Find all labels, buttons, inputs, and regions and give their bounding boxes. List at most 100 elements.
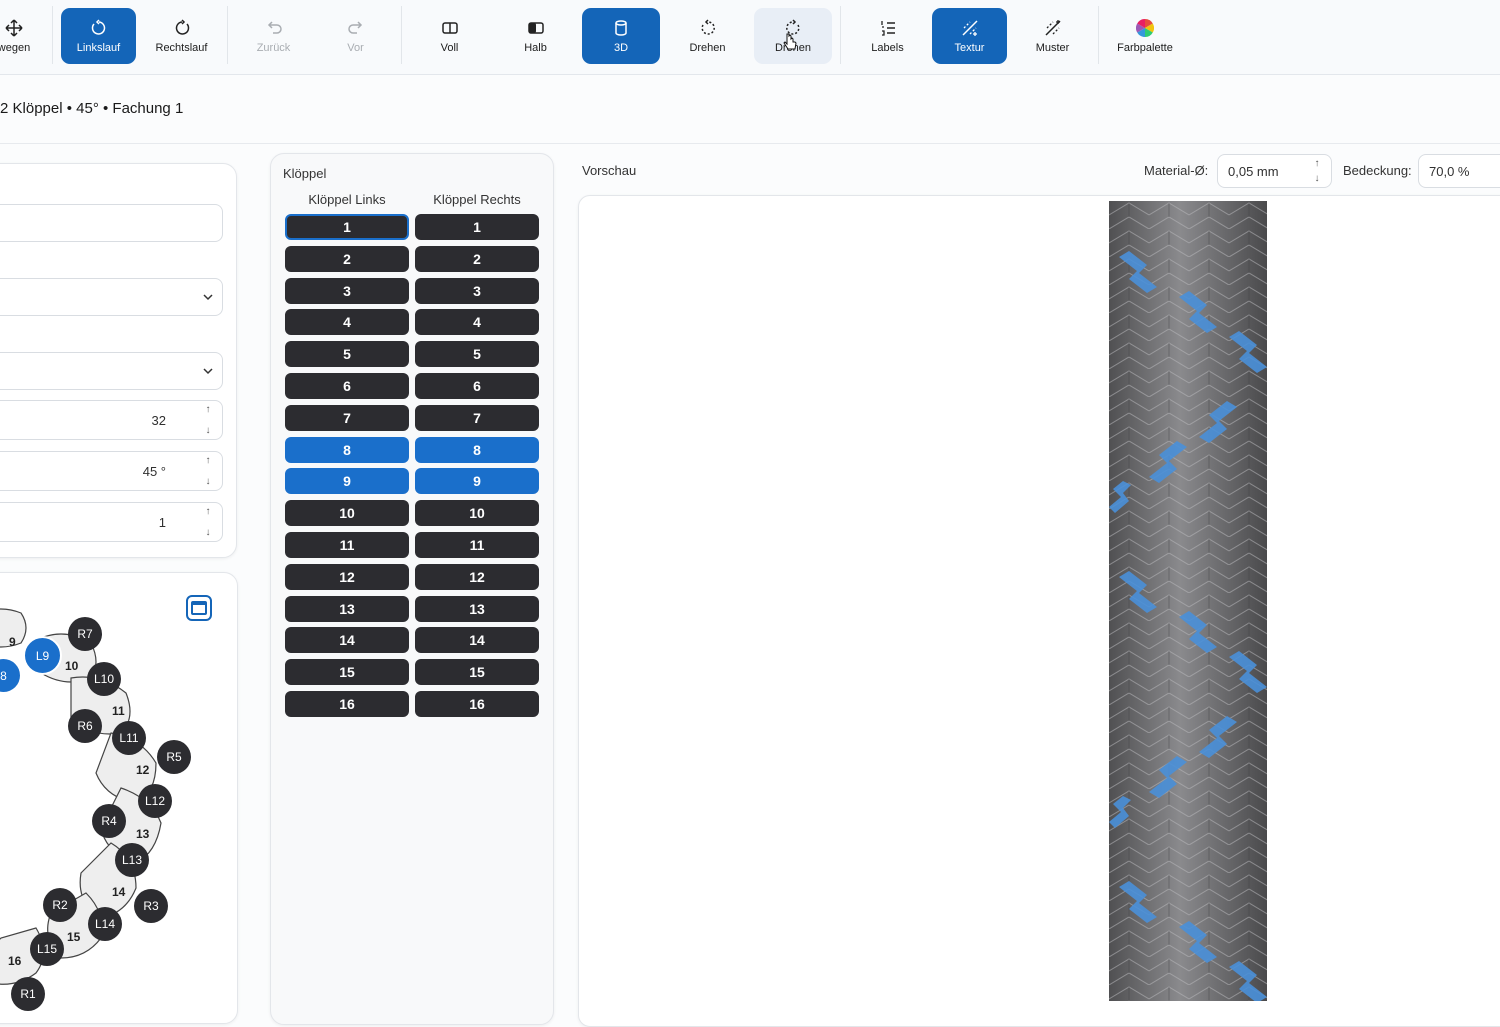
kloeppel-left-button[interactable]: 12 <box>285 563 409 590</box>
kloeppel-left-button[interactable]: 4 <box>285 309 409 336</box>
kloeppel-left-button[interactable]: 7 <box>285 404 409 431</box>
braid-3d-preview <box>1109 201 1267 1001</box>
arrow-up-icon[interactable]: ↑ <box>206 404 211 415</box>
textur-button[interactable]: Textur <box>932 8 1007 64</box>
kloeppel-right-button[interactable]: 12 <box>415 563 539 590</box>
voll-label: Voll <box>440 41 459 54</box>
redo-button[interactable]: Vor <box>318 8 393 64</box>
arrow-down-icon[interactable]: ↓ <box>1315 173 1320 184</box>
kloeppel-right-button[interactable]: 5 <box>415 341 539 368</box>
bobbin-node[interactable]: L13 <box>115 843 149 877</box>
bobbin-node[interactable]: R7 <box>68 617 102 651</box>
drehen-ccw-button[interactable]: Drehen <box>670 8 745 64</box>
kloeppel-right-button[interactable]: 8 <box>415 436 539 463</box>
kloeppel-right-button[interactable]: 6 <box>415 373 539 399</box>
toolbar-divider <box>52 6 53 64</box>
farbpalette-label: Farbpalette <box>1117 41 1173 54</box>
bobbin-node[interactable]: R4 <box>92 804 126 838</box>
count-stepper[interactable]: ↑ ↓ <box>202 404 214 436</box>
bobbin-node[interactable]: L11 <box>112 721 146 755</box>
toolbar-divider <box>227 6 228 64</box>
kloeppel-right-button[interactable]: 2 <box>415 245 539 272</box>
labels-label: Labels <box>871 41 904 54</box>
linkslauf-label: Linkslauf <box>76 41 121 54</box>
angle-input[interactable]: 45 ° ↑ ↓ <box>0 451 223 491</box>
kloeppel-right-button[interactable]: 15 <box>415 659 539 686</box>
kloeppel-right-button[interactable]: 10 <box>415 500 539 527</box>
voll-button[interactable]: Voll <box>412 8 487 64</box>
mode-select[interactable] <box>0 352 223 390</box>
arrow-down-icon[interactable]: ↓ <box>206 425 211 436</box>
move-button[interactable]: wegen <box>0 8 42 64</box>
halb-button[interactable]: Halb <box>498 8 573 64</box>
kloeppel-right-button[interactable]: 16 <box>415 691 539 717</box>
toolbar-divider <box>401 6 402 64</box>
bobbin-node[interactable]: R3 <box>134 889 168 923</box>
kloeppel-right-button[interactable]: 14 <box>415 627 539 654</box>
material-input[interactable]: 0,05 mm ↑ ↓ <box>1217 154 1332 188</box>
kloeppel-left-button[interactable]: 5 <box>285 341 409 368</box>
coverage-input[interactable]: 70,0 % <box>1418 154 1500 188</box>
arrow-down-icon[interactable]: ↓ <box>206 476 211 487</box>
preview-canvas[interactable] <box>578 195 1500 1027</box>
bobbin-node[interactable]: L10 <box>87 662 121 696</box>
kloeppel-left-button[interactable]: 9 <box>285 468 409 495</box>
kloeppel-left-button[interactable]: 1 <box>285 214 409 240</box>
bobbin-node[interactable]: R2 <box>43 888 77 922</box>
kloeppel-left-button[interactable]: 6 <box>285 373 409 399</box>
kloeppel-left-button[interactable]: 16 <box>285 691 409 717</box>
kloeppel-left-button[interactable]: 11 <box>285 532 409 558</box>
bobbin-node[interactable]: R5 <box>157 740 191 774</box>
rechtslauf-button[interactable]: Rechtslauf <box>144 8 219 64</box>
kloeppel-right-button[interactable]: 13 <box>415 595 539 622</box>
coverage-value: 70,0 % <box>1429 163 1470 179</box>
kloeppel-left-button[interactable]: 14 <box>285 627 409 654</box>
kloeppel-right-button[interactable]: 4 <box>415 309 539 336</box>
kloeppel-right-button[interactable]: 7 <box>415 404 539 431</box>
material-stepper[interactable]: ↑ ↓ <box>1311 158 1323 184</box>
farbpalette-button[interactable]: Farbpalette <box>1106 8 1184 64</box>
bobbin-node[interactable]: L12 <box>138 784 172 818</box>
kloeppel-right-button[interactable]: 3 <box>415 277 539 304</box>
arrow-down-icon[interactable]: ↓ <box>206 527 211 538</box>
kloeppel-left-button[interactable]: 13 <box>285 595 409 622</box>
kloeppel-left-button[interactable]: 10 <box>285 500 409 527</box>
kloeppel-right-button[interactable]: 9 <box>415 468 539 495</box>
labels-button[interactable]: Labels <box>850 8 925 64</box>
move-icon <box>5 18 23 37</box>
fachung-input[interactable]: 1 ↑ ↓ <box>0 502 223 542</box>
gear-number: 12 <box>136 763 150 777</box>
texture-wand-icon <box>961 19 978 36</box>
name-input[interactable] <box>0 204 223 242</box>
textur-label: Textur <box>954 41 985 54</box>
undo-button[interactable]: Zurück <box>236 8 311 64</box>
half-view-icon <box>527 21 544 34</box>
color-wheel-icon <box>1136 18 1154 37</box>
kloeppel-right-button[interactable]: 1 <box>415 214 539 240</box>
linkslauf-button[interactable]: Linkslauf <box>61 8 136 64</box>
bobbin-node[interactable]: R6 <box>68 709 102 743</box>
count-input[interactable]: 32 ↑ ↓ <box>0 400 223 440</box>
fachung-stepper[interactable]: ↑ ↓ <box>202 506 214 538</box>
bobbin-node[interactable]: R1 <box>11 977 45 1011</box>
kloeppel-left-button[interactable]: 15 <box>285 659 409 686</box>
arrow-up-icon[interactable]: ↑ <box>206 455 211 466</box>
arrow-up-icon[interactable]: ↑ <box>1315 158 1320 169</box>
arrow-up-icon[interactable]: ↑ <box>206 506 211 517</box>
bobbin-node[interactable]: L15 <box>30 932 64 966</box>
kloeppel-right-button[interactable]: 11 <box>415 532 539 558</box>
bobbin-node[interactable]: L14 <box>88 907 122 941</box>
type-select[interactable] <box>0 278 223 316</box>
gear-number: 15 <box>67 930 81 944</box>
bobbin-node-selected[interactable]: L9 <box>23 636 62 675</box>
kloeppel-left-button[interactable]: 3 <box>285 277 409 304</box>
muster-button[interactable]: Muster <box>1015 8 1090 64</box>
material-value: 0,05 mm <box>1228 163 1279 179</box>
3d-button[interactable]: 3D <box>582 8 660 64</box>
kloeppel-title: Klöppel <box>283 166 327 181</box>
gear-number: 9 <box>9 635 16 649</box>
angle-stepper[interactable]: ↑ ↓ <box>202 455 214 487</box>
toolbar: wegen Linkslauf Rechtslauf Zurück Vor Vo… <box>0 0 1500 75</box>
kloeppel-left-button[interactable]: 8 <box>285 436 409 463</box>
kloeppel-left-button[interactable]: 2 <box>285 245 409 272</box>
